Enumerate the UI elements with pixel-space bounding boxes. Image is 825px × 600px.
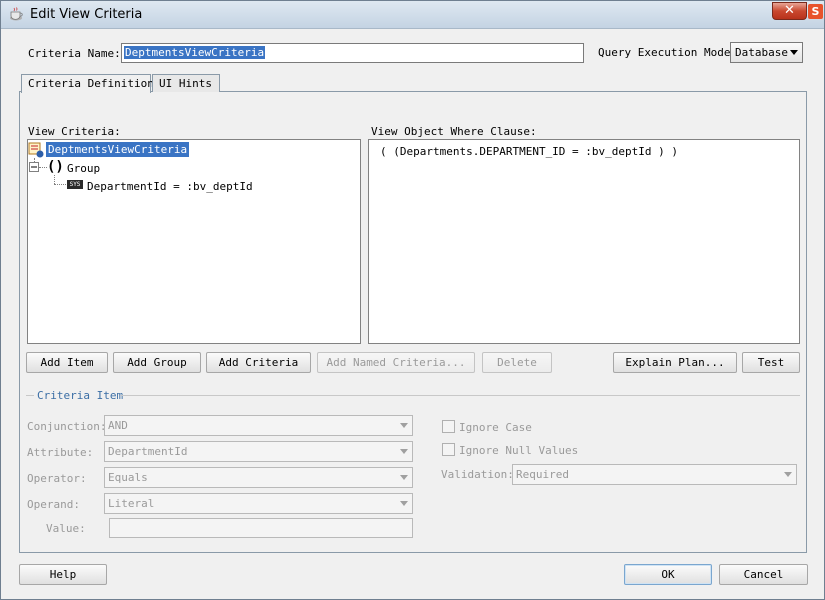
tree-connector (54, 184, 66, 185)
chevron-down-icon (400, 475, 408, 480)
ignore-null-values-checkbox[interactable] (442, 443, 455, 456)
delete-button[interactable]: Delete (482, 352, 552, 373)
attribute-select[interactable]: DepartmentId (104, 441, 413, 462)
tree-root-label: DeptmentsViewCriteria (46, 142, 190, 157)
chevron-down-icon (790, 50, 798, 55)
test-button[interactable]: Test (742, 352, 800, 373)
tab-criteria-definition-label: Criteria Definition (28, 77, 154, 90)
ignore-case-checkbox[interactable] (442, 420, 455, 433)
close-button[interactable]: ✕ (772, 2, 807, 20)
divider (121, 395, 800, 396)
title-bar[interactable]: Edit View Criteria ✕ S (1, 1, 824, 29)
ok-button[interactable]: OK (624, 564, 712, 585)
query-execution-mode-select[interactable]: Database (730, 42, 803, 63)
conjunction-label: Conjunction: (27, 420, 107, 433)
query-execution-mode-value: Database (735, 46, 788, 59)
tab-ui-hints[interactable]: UI Hints (152, 74, 220, 92)
chevron-down-icon (784, 472, 792, 477)
cancel-button[interactable]: Cancel (719, 564, 808, 585)
add-named-criteria-button[interactable]: Add Named Criteria... (317, 352, 475, 373)
view-criteria-label: View Criteria: (28, 125, 121, 138)
operator-label: Operator: (27, 472, 87, 485)
view-criteria-icon (28, 142, 44, 158)
operator-select[interactable]: Equals (104, 467, 413, 488)
where-clause-text[interactable]: ( (Departments.DEPARTMENT_ID = :bv_deptI… (368, 139, 800, 344)
validation-label: Validation: (441, 468, 514, 481)
tree-connector (39, 167, 47, 168)
conjunction-value: AND (108, 419, 128, 432)
ignore-null-values-label: Ignore Null Values (459, 444, 579, 457)
window-title: Edit View Criteria (30, 7, 143, 22)
criteria-name-input[interactable]: DeptmentsViewCriteria (121, 43, 584, 63)
operand-label: Operand: (27, 498, 80, 511)
criteria-item-legend: Criteria Item (37, 389, 124, 402)
add-item-button[interactable]: Add Item (26, 352, 108, 373)
operand-value: Literal (108, 497, 155, 510)
tree-root-node[interactable]: DeptmentsViewCriteria (46, 142, 190, 157)
operator-value: Equals (108, 471, 148, 484)
value-label: Value: (46, 522, 86, 535)
tree-item-label: DepartmentId = :bv_deptId (87, 180, 253, 193)
add-criteria-button[interactable]: Add Criteria (206, 352, 311, 373)
validation-select[interactable]: Required (512, 464, 797, 485)
s-badge-icon[interactable]: S (808, 4, 823, 19)
criteria-name-value: DeptmentsViewCriteria (124, 46, 266, 59)
value-input[interactable] (109, 518, 413, 538)
divider (26, 395, 34, 396)
chevron-down-icon (400, 423, 408, 428)
attribute-label: Attribute: (27, 446, 94, 459)
query-execution-mode-label: Query Execution Mode: (598, 46, 738, 59)
operand-select[interactable]: Literal (104, 493, 413, 514)
attribute-value: DepartmentId (108, 445, 188, 458)
criteria-name-label: Criteria Name: (28, 47, 121, 60)
chevron-down-icon (400, 449, 408, 454)
help-button[interactable]: Help (19, 564, 107, 585)
edit-view-criteria-dialog: Edit View Criteria ✕ S Criteria Name: De… (0, 0, 825, 600)
tab-ui-hints-label: UI Hints (159, 77, 212, 90)
validation-value: Required (516, 468, 569, 481)
explain-plan-button[interactable]: Explain Plan... (613, 352, 737, 373)
tree-group-node[interactable]: Group (67, 162, 100, 175)
tree-group-label: Group (67, 162, 101, 175)
tree-item-node[interactable]: DepartmentId = :bv_deptId (87, 180, 253, 193)
view-criteria-tree[interactable]: DeptmentsViewCriteria () Group SYS Depar… (27, 139, 361, 344)
chevron-down-icon (400, 501, 408, 506)
conjunction-select[interactable]: AND (104, 415, 413, 436)
ignore-case-label: Ignore Case (459, 421, 532, 434)
criteria-item-icon: SYS (67, 180, 83, 189)
where-clause-label: View Object Where Clause: (371, 125, 537, 138)
tab-criteria-definition[interactable]: Criteria Definition (21, 74, 154, 93)
group-parentheses-icon: () (47, 159, 64, 175)
coffee-cup-icon (10, 7, 23, 21)
tree-connector (54, 175, 55, 184)
close-icon: ✕ (784, 3, 795, 18)
add-group-button[interactable]: Add Group (113, 352, 201, 373)
where-clause-value: ( (Departments.DEPARTMENT_ID = :bv_deptI… (380, 145, 679, 158)
